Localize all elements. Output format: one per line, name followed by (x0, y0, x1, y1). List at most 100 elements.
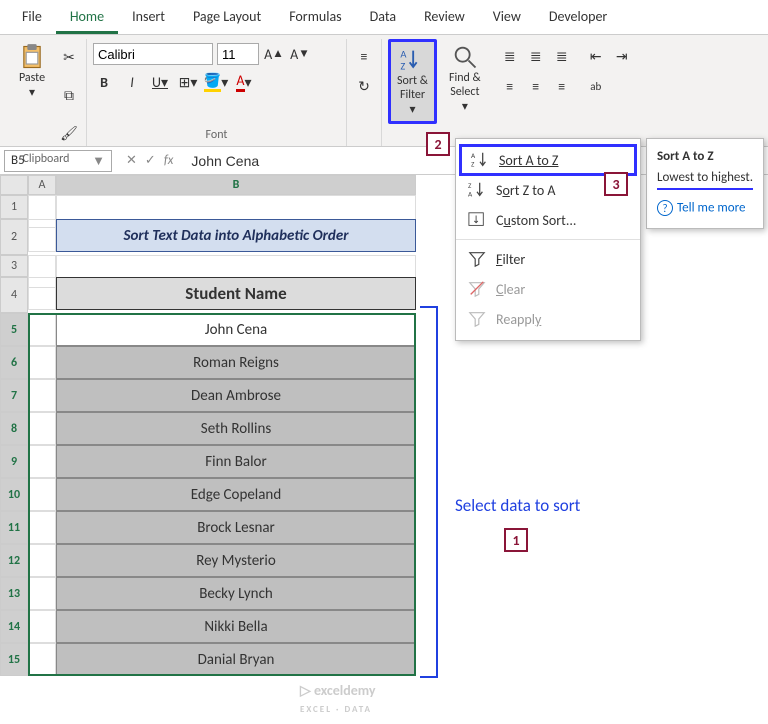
border-button[interactable]: ⊞▾ (177, 71, 199, 93)
align-bot2-icon[interactable]: ≣ (551, 45, 573, 67)
tab-file[interactable]: File (8, 2, 56, 34)
row-header-10[interactable]: 10 (0, 478, 28, 511)
tooltip-link[interactable]: ?Tell me more (657, 200, 753, 216)
name-box[interactable]: B5▼ (4, 150, 112, 172)
align-right-icon[interactable]: ≡ (551, 75, 573, 97)
data-cell-4[interactable]: Finn Balor (56, 445, 416, 478)
row-header-5[interactable]: 5 (0, 313, 28, 346)
copy-icon[interactable]: ⧉ (58, 85, 80, 107)
data-cell-7[interactable]: Rey Mysterio (56, 544, 416, 577)
increase-indent-icon[interactable]: ⇥ (611, 45, 633, 67)
row-header-11[interactable]: 11 (0, 511, 28, 544)
fx-icon[interactable]: fx (164, 153, 174, 168)
row-header-12[interactable]: 12 (0, 544, 28, 577)
row-header-14[interactable]: 14 (0, 610, 28, 643)
custom-sort-icon (468, 211, 486, 229)
menu-custom-sort[interactable]: Custom Sort... (456, 205, 640, 235)
header-cell[interactable]: Student Name (56, 277, 416, 310)
tab-review[interactable]: Review (410, 2, 479, 34)
cell-a11[interactable] (28, 511, 56, 544)
cell-a5[interactable] (28, 313, 56, 346)
menu-filter[interactable]: Filter (456, 244, 640, 274)
tab-formulas[interactable]: Formulas (275, 2, 355, 34)
decrease-indent-icon[interactable]: ⇤ (585, 45, 607, 67)
data-cell-8[interactable]: Becky Lynch (56, 577, 416, 610)
cell-a6[interactable] (28, 346, 56, 379)
reapply-icon (468, 310, 486, 328)
menu-reapply: Reapply (456, 304, 640, 334)
align-left-icon[interactable]: ≡ (499, 75, 521, 97)
row-header-6[interactable]: 6 (0, 346, 28, 379)
data-cell-9[interactable]: Nikki Bella (56, 610, 416, 643)
orientation-icon[interactable]: ↻ (353, 75, 375, 97)
row-header-8[interactable]: 8 (0, 412, 28, 445)
data-cell-3[interactable]: Seth Rollins (56, 412, 416, 445)
filter-icon (468, 250, 486, 268)
sort-filter-label: Sort & Filter (397, 74, 428, 102)
font-color-button[interactable]: A▾ (233, 71, 255, 93)
select-all-corner[interactable] (0, 175, 28, 195)
tab-insert[interactable]: Insert (118, 2, 179, 34)
data-cell-5[interactable]: Edge Copeland (56, 478, 416, 511)
row-header-13[interactable]: 13 (0, 577, 28, 610)
align-mid2-icon[interactable]: ≣ (525, 45, 547, 67)
underline-button[interactable]: U▾ (149, 71, 171, 93)
title-cell[interactable]: Sort Text Data into Alphabetic Order (56, 219, 416, 252)
name-box-value: B5 (11, 153, 25, 168)
format-painter-icon[interactable]: 🖌 (58, 123, 80, 145)
cell-a15[interactable] (28, 643, 56, 676)
ribbon-group-editing: AZ Sort & Filter▾ Find & Select▾ (382, 39, 493, 146)
row-headers: 1 2 3 4 5 6 7 8 9 10 11 12 13 14 15 (0, 195, 28, 676)
cell-a14[interactable] (28, 610, 56, 643)
cell-a7[interactable] (28, 379, 56, 412)
align-center-icon[interactable]: ≡ (525, 75, 547, 97)
data-cell-1[interactable]: Roman Reigns (56, 346, 416, 379)
cell-a10[interactable] (28, 478, 56, 511)
tab-page-layout[interactable]: Page Layout (179, 2, 275, 34)
increase-font-icon[interactable]: A▲ (263, 43, 285, 65)
cell-a2[interactable] (28, 219, 56, 252)
svg-text:Z: Z (471, 159, 475, 168)
font-size-select[interactable] (217, 43, 259, 65)
tab-home[interactable]: Home (56, 2, 118, 34)
col-header-b[interactable]: B (56, 175, 416, 195)
row-header-7[interactable]: 7 (0, 379, 28, 412)
row-header-3[interactable]: 3 (0, 255, 28, 277)
align-top-icon[interactable]: ≡ (353, 45, 375, 67)
row-header-4[interactable]: 4 (0, 277, 28, 313)
row-header-9[interactable]: 9 (0, 445, 28, 478)
bold-button[interactable]: B (93, 71, 115, 93)
enter-icon[interactable]: ✓ (145, 153, 156, 168)
tab-view[interactable]: View (479, 2, 535, 34)
font-name-select[interactable] (93, 43, 213, 65)
menu-sort-az-label: Sort A to Z (499, 152, 558, 169)
row-header-15[interactable]: 15 (0, 643, 28, 676)
tab-data[interactable]: Data (356, 2, 410, 34)
align-top2-icon[interactable]: ≣ (499, 45, 521, 67)
paste-button[interactable]: Paste▾ (12, 39, 52, 104)
fill-color-button[interactable]: 🪣▾ (205, 71, 227, 93)
cell-a12[interactable] (28, 544, 56, 577)
italic-button[interactable]: I (121, 71, 143, 93)
row-header-2[interactable]: 2 (0, 219, 28, 255)
data-cell-6[interactable]: Brock Lesnar (56, 511, 416, 544)
col-header-a[interactable]: A (28, 175, 56, 195)
ab-icon[interactable]: ab (585, 75, 607, 97)
row-header-1[interactable]: 1 (0, 195, 28, 219)
data-cell-10[interactable]: Danial Bryan (56, 643, 416, 676)
data-cell-0[interactable]: John Cena (56, 313, 416, 346)
cell-a8[interactable] (28, 412, 56, 445)
annotation-1: 1 (504, 528, 528, 552)
cell-a13[interactable] (28, 577, 56, 610)
decrease-font-icon[interactable]: A▼ (289, 43, 311, 65)
clear-filter-icon (468, 280, 486, 298)
cell-a9[interactable] (28, 445, 56, 478)
grid-body: Sort Text Data into Alphabetic Order Stu… (28, 195, 416, 676)
cut-icon[interactable]: ✂ (58, 47, 80, 69)
cell-a4[interactable] (28, 277, 56, 310)
cancel-icon[interactable]: ✕ (126, 153, 137, 168)
sort-filter-button[interactable]: AZ Sort & Filter▾ (388, 39, 437, 124)
find-select-button[interactable]: Find & Select▾ (443, 39, 487, 118)
tab-developer[interactable]: Developer (535, 2, 621, 34)
data-cell-2[interactable]: Dean Ambrose (56, 379, 416, 412)
